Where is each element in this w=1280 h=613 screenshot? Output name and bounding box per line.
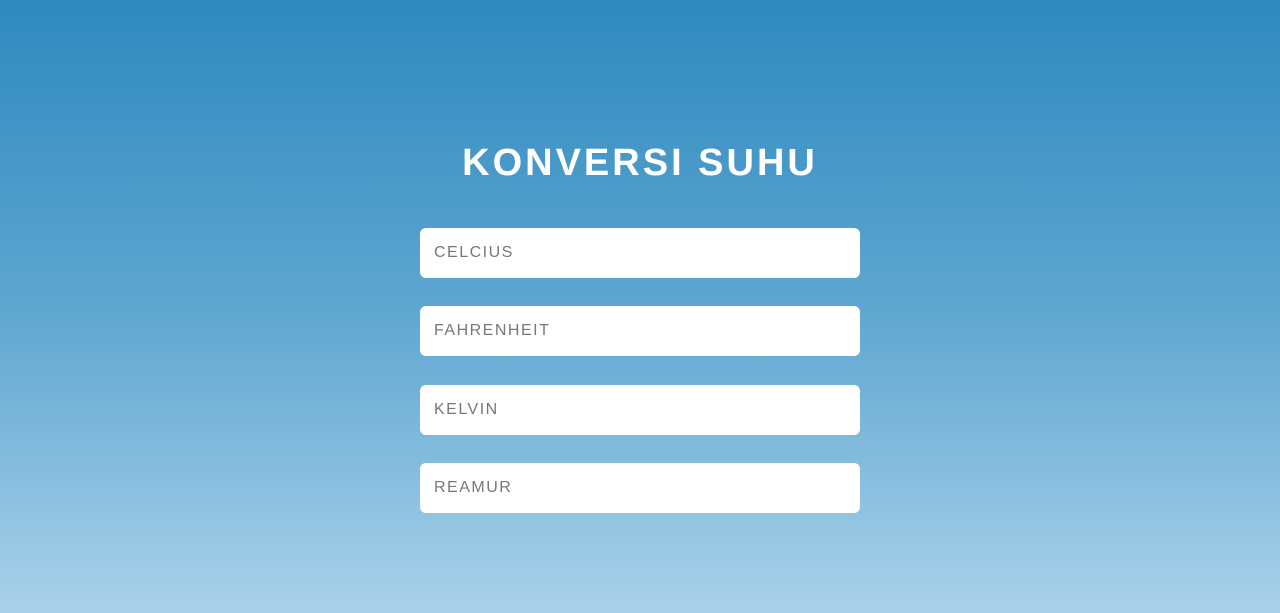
reamur-input[interactable] <box>420 463 860 513</box>
reamur-field[interactable]: REAMUR <box>420 463 860 513</box>
page-title: KONVERSI SUHU <box>462 142 818 184</box>
kelvin-input[interactable] <box>420 385 860 435</box>
celcius-input[interactable] <box>420 228 860 278</box>
fahrenheit-input[interactable] <box>420 306 860 356</box>
celcius-field[interactable]: CELCIUS <box>420 228 860 278</box>
kelvin-field[interactable]: KELVIN <box>420 385 860 435</box>
fahrenheit-field[interactable]: FAHRENHEIT <box>420 306 860 356</box>
